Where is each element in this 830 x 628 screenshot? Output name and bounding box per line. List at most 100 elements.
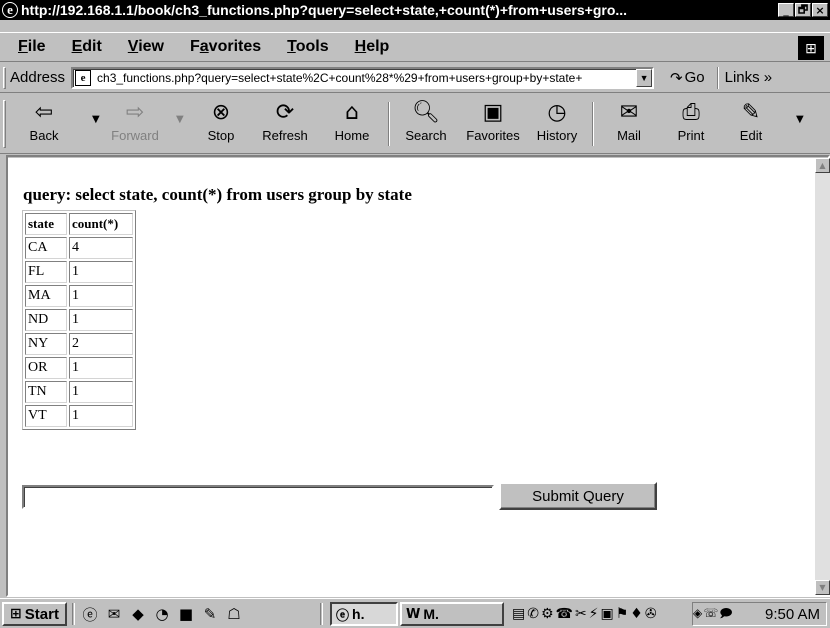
edit-label: Edit (739, 128, 763, 143)
state-cell: CA (25, 237, 67, 259)
table-row: VT 1 (25, 405, 133, 427)
submit-query-button[interactable]: Submit Query (499, 482, 657, 510)
system-tray: ◈☏🗩︎ 9:50 AM (692, 602, 827, 626)
state-cell: FL (25, 261, 67, 283)
vertical-scrollbar[interactable]: ▲ ▼ (815, 158, 830, 595)
desktop-quick-launch-icon[interactable]: ■ (176, 604, 196, 624)
table-row: OR 1 (25, 357, 133, 379)
address-dropdown-button[interactable]: ▼ (636, 68, 653, 87)
home-icon: ⌂ (345, 100, 359, 125)
favorites-folder-icon: ▣ (482, 100, 504, 125)
clock[interactable]: 9:50 AM (765, 606, 820, 623)
menu-view[interactable]: View (124, 38, 168, 56)
refresh-button[interactable]: ⟳ Refresh (255, 100, 315, 148)
menu-tools[interactable]: Tools (283, 38, 332, 56)
ie-quick-launch-icon[interactable]: ⓔ (80, 604, 100, 624)
address-url[interactable]: ch3_functions.php?query=select+state%2C+… (97, 71, 636, 85)
count-cell: 1 (69, 309, 133, 331)
state-cell: TN (25, 381, 67, 403)
count-cell: 2 (69, 333, 133, 355)
standard-toolbar: ⇦ Back ▼ ⇨ Forward ▼ ⊗ Stop ⟳ Refresh ⌂ … (0, 94, 830, 154)
home-button[interactable]: ⌂ Home (326, 100, 378, 148)
go-arrow-icon: ↷ (670, 69, 683, 87)
windows-logo-throbber-icon: ⊞ (798, 36, 824, 60)
back-arrow-icon: ⇦ (34, 100, 54, 125)
history-icon: ◷ (547, 100, 567, 125)
outlook-quick-launch-icon[interactable]: ✉ (104, 604, 124, 624)
links-separator (716, 66, 719, 89)
title-bar: e http://192.168.1.1/book/ch3_functions.… (0, 0, 830, 20)
column-header-state: state (25, 213, 67, 235)
go-button[interactable]: ↷ Go (670, 69, 705, 87)
table-row: TN 1 (25, 381, 133, 403)
state-cell: NY (25, 333, 67, 355)
table-row: ND 1 (25, 309, 133, 331)
search-icon: 🔍︎ (412, 100, 440, 125)
close-button[interactable]: × (812, 3, 828, 17)
table-row: MA 1 (25, 285, 133, 307)
forward-button[interactable]: ⇨ Forward (106, 100, 164, 148)
maximize-button[interactable]: 🗗 (795, 3, 811, 17)
forward-arrow-icon: ⇨ (125, 100, 145, 125)
stop-label: Stop (207, 128, 235, 143)
window-title: http://192.168.1.1/book/ch3_functions.ph… (21, 2, 628, 18)
search-button[interactable]: 🔍︎ Search (396, 100, 456, 148)
menu-help[interactable]: Help (351, 38, 394, 56)
task-label: h. (352, 606, 365, 622)
favorites-button[interactable]: ▣ Favorites (459, 100, 527, 148)
print-label: Print (677, 128, 705, 143)
address-bar-grip[interactable] (3, 66, 6, 89)
table-header-row: state count(*) (25, 213, 133, 235)
channel-quick-launch-icon[interactable]: ◆ (128, 604, 148, 624)
forward-dropdown-icon[interactable]: ▼ (176, 114, 184, 125)
explorer-quick-launch-icon[interactable]: ◔ (152, 604, 172, 624)
quick-launch-separator (72, 603, 75, 625)
refresh-icon: ⟳ (275, 100, 295, 125)
program-quick-launch-icon[interactable]: ☖ (224, 604, 244, 624)
stop-button[interactable]: ⊗ Stop (196, 100, 246, 148)
toolbar-separator (592, 102, 594, 146)
links-button[interactable]: Links » (725, 69, 773, 86)
menu-file[interactable]: File (14, 38, 50, 56)
state-cell: ND (25, 309, 67, 331)
count-cell: 4 (69, 237, 133, 259)
task-label: M. (423, 606, 439, 622)
results-table: state count(*) CA 4 FL 1 MA 1 ND 1 NY 2 … (22, 210, 136, 430)
menu-favorites[interactable]: Favorites (186, 38, 265, 56)
menu-edit[interactable]: Edit (68, 38, 106, 56)
forward-label: Forward (111, 128, 159, 143)
state-cell: MA (25, 285, 67, 307)
scroll-down-button[interactable]: ▼ (815, 580, 830, 595)
taskbar: ⊞ Start ⓔ ✉ ◆ ◔ ■ ✎ ☖ ⓔ h. W M. ▤✆⚙☎✂⚡▣⚑… (0, 598, 830, 628)
address-label: Address (10, 69, 66, 86)
history-label: History (536, 128, 578, 143)
minimize-button[interactable]: _ (778, 3, 794, 17)
search-label: Search (405, 128, 447, 143)
scroll-up-button[interactable]: ▲ (815, 158, 830, 173)
windows-logo-icon: ⊞ (10, 606, 22, 622)
address-field[interactable]: e ch3_functions.php?query=select+state%2… (71, 66, 655, 89)
history-button[interactable]: ◷ History (530, 100, 584, 148)
count-cell: 1 (69, 357, 133, 379)
count-cell: 1 (69, 285, 133, 307)
table-row: CA 4 (25, 237, 133, 259)
taskbar-button-word[interactable]: W M. (400, 602, 504, 626)
print-button[interactable]: ⎙ Print (666, 100, 716, 148)
count-cell: 1 (69, 261, 133, 283)
tray-speaker-icon[interactable]: ◈☏🗩︎ (693, 604, 753, 625)
edit-dropdown-icon[interactable]: ▼ (796, 114, 804, 125)
notepad-quick-launch-icon[interactable]: ✎ (200, 604, 220, 624)
task-separator (320, 603, 323, 625)
system-tray-icons[interactable]: ▤✆⚙☎✂⚡▣⚑♦✇ (512, 602, 692, 626)
start-button[interactable]: ⊞ Start (2, 602, 67, 626)
query-input[interactable] (22, 485, 494, 509)
menu-bar: File Edit View Favorites Tools Help ⊞ (0, 32, 830, 62)
mail-button[interactable]: ✉ Mail (601, 100, 657, 148)
toolbar-grip[interactable] (3, 100, 6, 148)
back-button[interactable]: ⇦ Back (18, 100, 70, 148)
address-bar: Address e ch3_functions.php?query=select… (0, 63, 830, 93)
back-dropdown-icon[interactable]: ▼ (92, 114, 100, 125)
back-label: Back (29, 128, 59, 143)
edit-button[interactable]: ✎ Edit (728, 100, 774, 148)
taskbar-button-browser[interactable]: ⓔ h. (330, 602, 398, 626)
